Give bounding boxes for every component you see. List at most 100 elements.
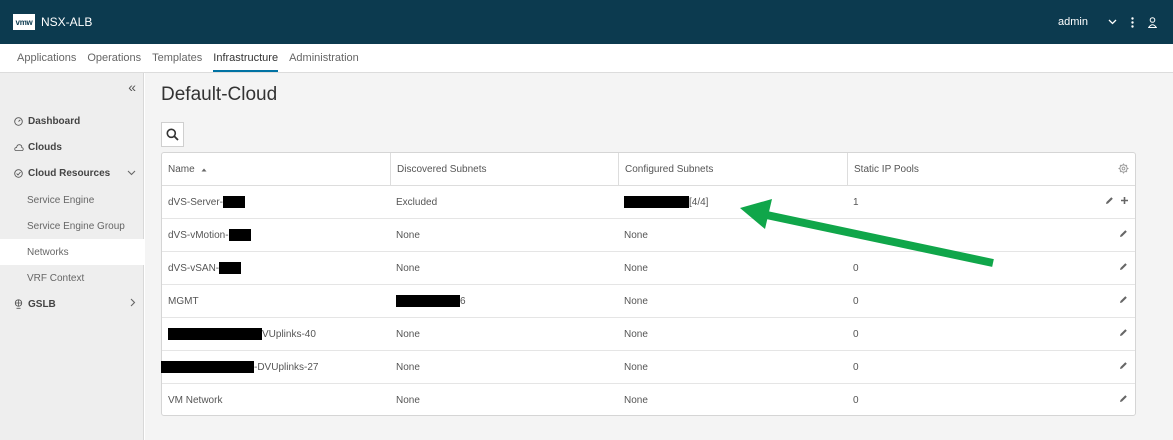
- cell-name: -DVUplinks-27: [161, 351, 318, 383]
- chevron-down-icon[interactable]: [1108, 19, 1117, 25]
- row-actions: [1119, 285, 1128, 317]
- tab-applications[interactable]: Applications: [17, 52, 76, 72]
- cell-pools: 0: [853, 262, 859, 274]
- cell-pools: 0: [853, 295, 859, 307]
- column-header-discovered-subnets[interactable]: Discovered Subnets: [390, 153, 487, 186]
- dashboard-icon: [14, 116, 25, 126]
- cell-configured: None: [624, 394, 648, 406]
- redacted-block: [396, 295, 460, 307]
- chevron-right-icon[interactable]: [130, 298, 136, 310]
- cell-discovered: None: [396, 394, 420, 406]
- cell-discovered: None: [396, 262, 420, 274]
- column-header-name[interactable]: Name: [168, 153, 207, 186]
- edit-icon[interactable]: [1119, 229, 1128, 241]
- cell-pools: 0: [853, 328, 859, 340]
- sidebar-item-service-engine-group[interactable]: Service Engine Group: [0, 213, 144, 239]
- edit-icon[interactable]: [1119, 394, 1128, 406]
- user-icon[interactable]: [1148, 16, 1157, 28]
- cell-configured: None: [624, 229, 648, 241]
- cell-pools: 0: [853, 361, 859, 373]
- sidebar-item-label: Networks: [27, 246, 69, 258]
- cloud-resources-icon: [14, 168, 25, 178]
- table-row[interactable]: MGMT 6 None 0: [162, 285, 1135, 318]
- row-actions: [1105, 186, 1129, 218]
- row-actions: [1119, 252, 1128, 284]
- app-title: NSX-ALB: [41, 15, 93, 29]
- redacted-block: [624, 196, 689, 208]
- settings-gear-icon[interactable]: [1118, 163, 1129, 177]
- cell-name: dVS-vMotion-: [168, 219, 251, 251]
- edit-icon[interactable]: [1105, 196, 1114, 208]
- redacted-block: [228, 229, 251, 241]
- sidebar-item-cloud-resources[interactable]: Cloud Resources: [0, 160, 144, 186]
- sidebar-item-dashboard[interactable]: Dashboard: [0, 108, 144, 134]
- sidebar-item-label: Service Engine: [27, 194, 95, 206]
- sidebar-item-label: Clouds: [28, 141, 62, 153]
- sidebar-item-clouds[interactable]: Clouds: [0, 134, 144, 160]
- cell-discovered: Excluded: [396, 196, 438, 208]
- sort-ascending-icon[interactable]: [201, 164, 207, 175]
- vmware-logo: vmw: [13, 14, 35, 30]
- tab-operations[interactable]: Operations: [87, 52, 141, 72]
- sidebar-item-label: GSLB: [28, 298, 56, 310]
- cell-name: dVS-Server-: [168, 186, 246, 218]
- sidebar-item-label: Dashboard: [28, 115, 81, 127]
- table-row[interactable]: dVS-Server- Excluded [4/4] 1: [162, 186, 1135, 219]
- sidebar: « Dashboard Clouds Cloud Resources Servi…: [0, 73, 144, 440]
- search-icon: [166, 128, 179, 141]
- cell-configured: [4/4]: [624, 186, 708, 218]
- cell-pools: 1: [853, 196, 859, 208]
- cloud-icon: [14, 143, 25, 152]
- table-row[interactable]: -DVUplinks-27 None None 0: [161, 351, 1135, 384]
- table-row[interactable]: dVS-vSAN- None None 0: [162, 252, 1135, 285]
- sidebar-item-label: Service Engine Group: [27, 220, 125, 232]
- cell-discovered: None: [396, 361, 420, 373]
- cell-discovered: None: [396, 229, 420, 241]
- cell-configured: None: [624, 361, 648, 373]
- sidebar-item-gslb[interactable]: GSLB: [0, 291, 144, 317]
- tab-administration[interactable]: Administration: [289, 52, 359, 72]
- networks-table: Name Discovered Subnets Configured Subne…: [161, 152, 1136, 416]
- table-header: Name Discovered Subnets Configured Subne…: [162, 153, 1135, 186]
- sidebar-item-service-engine[interactable]: Service Engine: [0, 187, 144, 213]
- cell-configured: None: [624, 262, 648, 274]
- row-actions: [1119, 351, 1128, 383]
- redacted-block: [219, 262, 242, 274]
- edit-icon[interactable]: [1119, 328, 1128, 340]
- gslb-icon: [14, 299, 25, 309]
- edit-icon[interactable]: [1119, 295, 1128, 307]
- page-title: Default-Cloud: [161, 84, 278, 105]
- collapse-sidebar-button[interactable]: «: [128, 79, 136, 95]
- add-icon[interactable]: [1120, 196, 1129, 208]
- cell-pools: 0: [853, 394, 859, 406]
- table-row[interactable]: VM Network None None 0: [162, 384, 1135, 417]
- sidebar-item-label: VRF Context: [27, 272, 85, 284]
- main-nav: Applications Operations Templates Infras…: [0, 44, 1173, 73]
- redacted-block: [223, 196, 246, 208]
- search-button[interactable]: [161, 122, 184, 147]
- edit-icon[interactable]: [1119, 361, 1128, 373]
- row-actions: [1119, 384, 1128, 416]
- sidebar-item-vrf-context[interactable]: VRF Context: [0, 265, 144, 291]
- sidebar-item-label: Cloud Resources: [28, 167, 111, 179]
- redacted-block: [161, 361, 254, 373]
- cell-name: dVS-vSAN-: [168, 252, 242, 284]
- column-header-configured-subnets[interactable]: Configured Subnets: [618, 153, 713, 186]
- user-menu[interactable]: admin: [1058, 16, 1088, 28]
- column-header-static-ip-pools[interactable]: Static IP Pools: [847, 153, 919, 186]
- table-row[interactable]: VUplinks-40 None None 0: [162, 318, 1135, 351]
- row-actions: [1119, 318, 1128, 350]
- more-vertical-icon[interactable]: [1131, 16, 1134, 28]
- tab-templates[interactable]: Templates: [152, 52, 202, 72]
- cell-configured: None: [624, 328, 648, 340]
- cell-name: MGMT: [168, 295, 199, 307]
- chevron-down-icon[interactable]: [127, 167, 136, 179]
- tab-infrastructure[interactable]: Infrastructure: [213, 52, 279, 72]
- cell-discovered: None: [396, 328, 420, 340]
- sidebar-item-networks[interactable]: Networks: [0, 239, 144, 265]
- cell-name: VUplinks-40: [168, 318, 316, 350]
- redacted-block: [168, 328, 262, 340]
- edit-icon[interactable]: [1119, 262, 1128, 274]
- main-content: Default-Cloud Name Discovered Subnets Co…: [145, 73, 1173, 440]
- table-row[interactable]: dVS-vMotion- None None: [162, 219, 1135, 252]
